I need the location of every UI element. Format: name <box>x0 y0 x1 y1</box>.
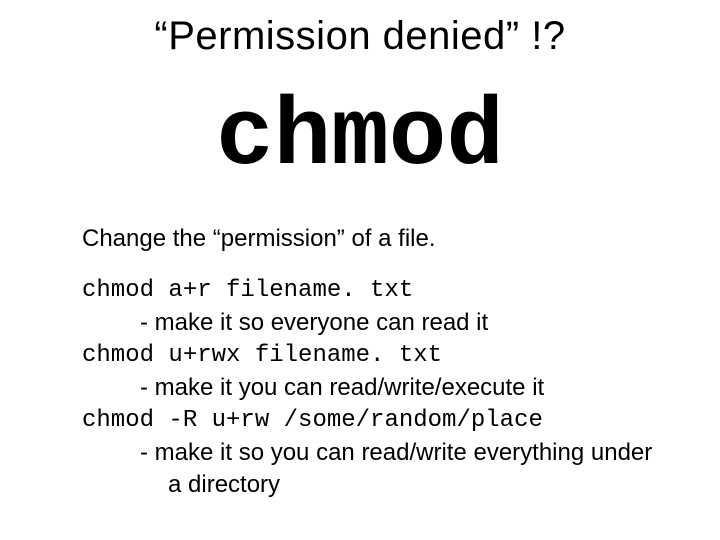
example-explain: make it you can read/write/execute it <box>82 372 660 404</box>
examples: chmod a+r filename. txt make it so every… <box>82 275 660 502</box>
command-description: Change the “permission” of a file. <box>82 225 436 253</box>
example-explain: make it so everyone can read it <box>82 307 660 339</box>
example-command: chmod -R u+rw /some/random/place <box>82 405 660 437</box>
example-command: chmod u+rwx filename. txt <box>82 340 660 372</box>
slide: “Permission denied” !? chmod Change the … <box>0 0 720 540</box>
example-explain: make it so you can read/write everything… <box>82 437 660 469</box>
command-heading: chmod <box>0 90 720 186</box>
example-explain-cont: a directory <box>82 469 660 501</box>
example-command: chmod a+r filename. txt <box>82 275 660 307</box>
slide-title: “Permission denied” !? <box>0 14 720 59</box>
